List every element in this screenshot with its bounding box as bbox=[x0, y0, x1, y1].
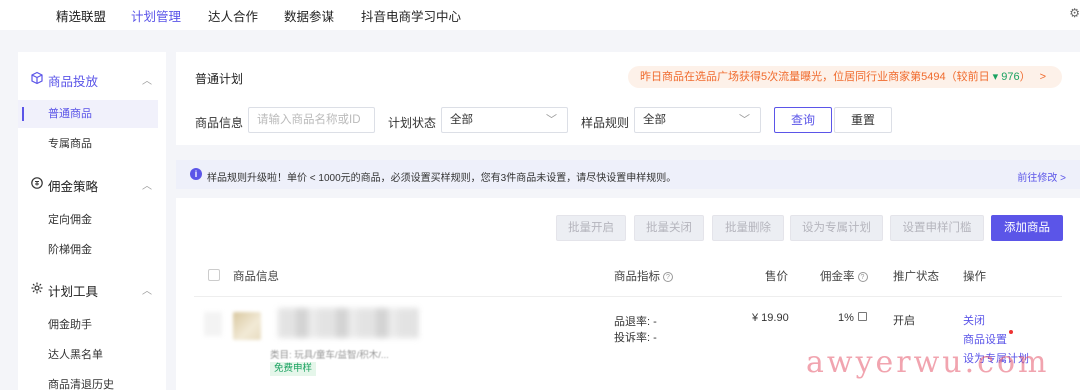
sidebar-item-product-removal-history[interactable]: 商品清退历史 bbox=[18, 371, 158, 390]
col-header-metrics: 商品指标? bbox=[614, 268, 673, 284]
chevron-down-icon: ﹀ bbox=[739, 114, 750, 126]
col-header-metrics-label: 商品指标 bbox=[614, 271, 660, 283]
row-checkbox-blurred[interactable] bbox=[204, 312, 222, 336]
promo-tail: ） bbox=[1019, 71, 1031, 83]
close-action-link[interactable]: 关闭 bbox=[963, 312, 985, 328]
traffic-promo-banner[interactable]: 昨日商品在选品广场获得5次流量曝光，位居同行业商家第5494（较前日 ▾ 976… bbox=[628, 66, 1062, 88]
nav-item-data-advisor[interactable]: 数据参谋 bbox=[284, 6, 334, 25]
notification-dot bbox=[1009, 330, 1013, 334]
query-button[interactable]: 查询 bbox=[774, 107, 832, 133]
plan-status-select[interactable]: 全部 ﹀ bbox=[441, 107, 568, 133]
set-sample-threshold-button[interactable]: 设置申样门槛 bbox=[890, 215, 984, 241]
sidebar-item-commission-assistant[interactable]: 佣金助手 bbox=[18, 311, 158, 339]
sidebar-item-directed-commission[interactable]: 定向佣金 bbox=[18, 206, 158, 234]
sample-rule-select[interactable]: 全部 ﹀ bbox=[634, 107, 761, 133]
watermark: awyerwu.com bbox=[806, 345, 1050, 380]
edit-icon[interactable] bbox=[857, 312, 867, 321]
nav-item-plan-management[interactable]: 计划管理 bbox=[131, 6, 181, 25]
chevron-up-icon[interactable]: ︿ bbox=[142, 72, 152, 87]
col-header-status: 推广状态 bbox=[893, 271, 939, 283]
info-icon: i bbox=[190, 168, 202, 180]
batch-close-button[interactable]: 批量关闭 bbox=[634, 215, 704, 241]
sidebar-group-product-placement[interactable]: 商品投放 ︿ bbox=[18, 69, 166, 89]
sidebar-group-plan-tools[interactable]: 计划工具 ︿ bbox=[18, 279, 166, 299]
reset-button[interactable]: 重置 bbox=[834, 107, 892, 133]
complaint-rate: 投诉率: - bbox=[614, 332, 657, 344]
sample-rule-notice: i 样品规则升级啦！单价 < 1000元的商品，必须设置买样规则，您有3件商品未… bbox=[176, 160, 1080, 189]
commission-rate-value: 1% bbox=[838, 312, 854, 324]
nav-item-influencer-cooperation[interactable]: 达人合作 bbox=[208, 6, 258, 25]
filter-panel: 普通计划 昨日商品在选品广场获得5次流量曝光，位居同行业商家第5494（较前日 … bbox=[176, 52, 1080, 145]
cube-icon bbox=[31, 71, 43, 85]
product-search-input[interactable]: 请输入商品名称或ID bbox=[248, 107, 375, 133]
header-divider bbox=[194, 296, 1062, 297]
product-info-label: 商品信息 bbox=[195, 116, 244, 130]
plan-status-label: 计划状态 bbox=[388, 116, 437, 130]
sidebar-item-exclusive-products[interactable]: 专属商品 bbox=[18, 130, 158, 158]
go-modify-link[interactable]: 前往修改 > bbox=[1017, 169, 1066, 184]
plan-status-value: 全部 bbox=[450, 114, 473, 126]
nav-item-selected-alliance[interactable]: 精选联盟 bbox=[56, 6, 106, 25]
promo-delta: ▾ 976 bbox=[992, 71, 1020, 83]
top-nav: 精选联盟 计划管理 达人合作 数据参谋 抖音电商学习中心 ⚙ bbox=[0, 0, 1080, 30]
sidebar-item-normal-products[interactable]: 普通商品 bbox=[18, 100, 158, 128]
sidebar-group-label: 商品投放 bbox=[48, 75, 99, 89]
chevron-up-icon[interactable]: ︿ bbox=[142, 282, 152, 297]
return-rate: 品退率: - bbox=[614, 316, 657, 328]
set-exclusive-plan-button[interactable]: 设为专属计划 bbox=[790, 215, 883, 241]
sample-rule-label: 样品规则 bbox=[581, 116, 630, 130]
promo-text: 昨日商品在选品广场获得5次流量曝光，位居同行业商家第5494（较前日 bbox=[640, 71, 993, 83]
sidebar-group-commission-strategy[interactable]: 佣金策略 ︿ bbox=[18, 174, 166, 194]
coin-icon bbox=[31, 177, 43, 189]
product-title-blurred[interactable] bbox=[278, 308, 418, 338]
commission-rate: 1% bbox=[838, 312, 867, 324]
free-sample-tag: 免费申样 bbox=[270, 362, 317, 376]
col-header-commission-label: 佣金率 bbox=[820, 271, 855, 283]
sidebar-item-tiered-commission[interactable]: 阶梯佣金 bbox=[18, 236, 158, 264]
settings-icon[interactable]: ⚙ bbox=[1069, 6, 1080, 20]
sidebar: 商品投放 ︿ 普通商品 专属商品 佣金策略 ︿ 定向佣金 阶梯佣金 计划工具 ︿… bbox=[18, 52, 166, 390]
add-product-button[interactable]: 添加商品 bbox=[991, 215, 1063, 241]
sidebar-item-influencer-blacklist[interactable]: 达人黑名单 bbox=[18, 341, 158, 369]
page-title: 普通计划 bbox=[195, 72, 244, 86]
col-header-price: 售价 bbox=[765, 271, 788, 283]
chevron-right-icon: > bbox=[1039, 71, 1047, 83]
batch-delete-button[interactable]: 批量删除 bbox=[712, 215, 784, 241]
product-thumbnail[interactable] bbox=[233, 312, 261, 340]
nav-item-learning-center[interactable]: 抖音电商学习中心 bbox=[361, 6, 461, 25]
select-all-checkbox[interactable] bbox=[208, 269, 220, 281]
product-category: 类目: 玩具/童车/益智/积木/... bbox=[270, 350, 389, 361]
col-header-commission: 佣金率? bbox=[820, 268, 868, 284]
chevron-up-icon[interactable]: ︿ bbox=[142, 177, 152, 192]
question-icon[interactable]: ? bbox=[663, 272, 673, 282]
col-header-product-info: 商品信息 bbox=[233, 271, 279, 283]
gear-icon bbox=[31, 282, 43, 294]
notice-text: 样品规则升级啦！单价 < 1000元的商品，必须设置买样规则，您有3件商品未设置… bbox=[207, 173, 677, 184]
sidebar-group-label: 佣金策略 bbox=[48, 180, 99, 194]
question-icon[interactable]: ? bbox=[857, 272, 868, 282]
sample-rule-value: 全部 bbox=[643, 114, 666, 126]
sidebar-group-label: 计划工具 bbox=[48, 285, 99, 299]
product-price: ¥ 19.90 bbox=[752, 312, 789, 324]
batch-enable-button[interactable]: 批量开启 bbox=[556, 215, 626, 241]
col-header-actions: 操作 bbox=[963, 271, 986, 283]
chevron-down-icon: ﹀ bbox=[546, 114, 557, 126]
promotion-status: 开启 bbox=[893, 315, 915, 327]
